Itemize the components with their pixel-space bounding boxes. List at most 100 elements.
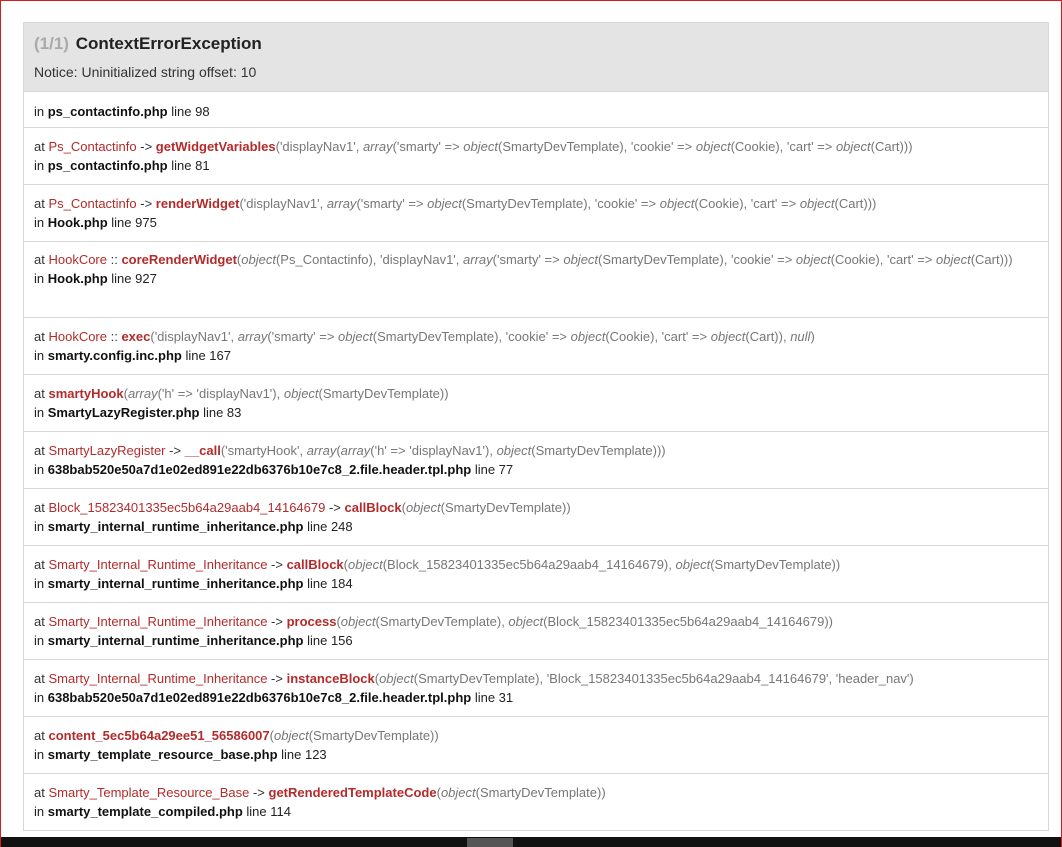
trace-in-label: in <box>34 462 48 477</box>
trace-file: Hook.php <box>47 271 108 286</box>
trace-class: Smarty_Template_Resource_Base <box>48 785 250 800</box>
trace-line: line 81 <box>167 158 210 173</box>
trace-location: in Hook.php line 975 <box>34 213 1038 232</box>
trace-function: callBlock <box>344 500 402 515</box>
trace-args: (object(SmartyDevTemplate), object(Block… <box>336 614 833 629</box>
trace-call: at smartyHook(array('h' => 'displayNav1'… <box>34 384 1038 403</box>
trace-function: instanceBlock <box>286 671 375 686</box>
trace-in-label: in <box>34 104 48 119</box>
trace-location: in ps_contactinfo.php line 98 <box>34 102 1038 121</box>
exception-count: (1/1) <box>34 34 69 53</box>
trace-call: at Smarty_Internal_Runtime_Inheritance -… <box>34 669 1038 688</box>
trace-class: HookCore <box>48 329 107 344</box>
trace-line: line 123 <box>277 747 327 762</box>
trace-at-label: at <box>34 329 49 344</box>
trace-operator: -> <box>267 557 287 572</box>
trace-class: HookCore <box>48 252 107 267</box>
trace-function: callBlock <box>286 557 344 572</box>
trace-call: at Smarty_Template_Resource_Base -> getR… <box>34 783 1038 802</box>
trace-class: Smarty_Internal_Runtime_Inheritance <box>48 614 268 629</box>
trace-file: SmartyLazyRegister.php <box>47 405 200 420</box>
scrollbar-thumb[interactable] <box>467 838 513 847</box>
trace-args: (object(SmartyDevTemplate)) <box>269 728 439 743</box>
trace-line: line 975 <box>107 215 157 230</box>
trace-in-label: in <box>34 633 48 648</box>
trace-operator: -> <box>249 785 269 800</box>
trace-entry: at Smarty_Internal_Runtime_Inheritance -… <box>24 602 1048 659</box>
trace-class: SmartyLazyRegister <box>48 443 166 458</box>
trace-operator: -> <box>136 139 156 154</box>
trace-in-label: in <box>34 215 48 230</box>
trace-function: exec <box>121 329 151 344</box>
trace-at-label: at <box>34 252 49 267</box>
trace-line: line 77 <box>471 462 514 477</box>
trace-in-label: in <box>34 576 48 591</box>
trace-in-label: in <box>34 158 48 173</box>
trace-in-label: in <box>34 271 48 286</box>
horizontal-scrollbar[interactable] <box>1 837 1061 847</box>
trace-line: line 31 <box>471 690 514 705</box>
trace-call: at HookCore :: exec('displayNav1', array… <box>34 327 1038 346</box>
trace-entry: at content_5ec5b64a29ee51_56586007(objec… <box>24 716 1048 773</box>
trace-file: smarty_internal_runtime_inheritance.php <box>47 576 304 591</box>
exception-message: Notice: Uninitialized string offset: 10 <box>34 64 257 80</box>
trace-line: line 98 <box>167 104 210 119</box>
trace-file: ps_contactinfo.php <box>47 104 168 119</box>
trace-args: ('displayNav1', array('smarty' => object… <box>275 139 913 154</box>
trace-line: line 156 <box>303 633 353 648</box>
trace-at-label: at <box>34 785 49 800</box>
trace-line: line 83 <box>199 405 242 420</box>
trace-operator: :: <box>107 252 122 267</box>
trace-at-label: at <box>34 443 49 458</box>
trace-location: in smarty_template_resource_base.php lin… <box>34 745 1038 764</box>
trace-args: (object(SmartyDevTemplate), 'Block_15823… <box>374 671 914 686</box>
trace-location: in 638bab520e50a7d1e02ed891e22db6376b10e… <box>34 688 1038 707</box>
trace-entry: at Block_15823401335ec5b64a29aab4_141646… <box>24 488 1048 545</box>
trace-in-label: in <box>34 747 48 762</box>
trace-entry: at smartyHook(array('h' => 'displayNav1'… <box>24 374 1048 431</box>
trace-function: smartyHook <box>48 386 124 401</box>
trace-function: process <box>286 614 337 629</box>
trace-class: Ps_Contactinfo <box>48 196 137 211</box>
trace-at-label: at <box>34 500 49 515</box>
trace-file: smarty_internal_runtime_inheritance.php <box>47 519 304 534</box>
trace-in-label: in <box>34 405 48 420</box>
trace-line: line 927 <box>107 271 157 286</box>
trace-operator: -> <box>267 614 287 629</box>
trace-operator: -> <box>165 443 185 458</box>
trace-args: (object(SmartyDevTemplate)) <box>401 500 571 515</box>
trace-at-label: at <box>34 139 49 154</box>
trace-file: ps_contactinfo.php <box>47 158 168 173</box>
exception-panel: (1/1) ContextErrorException Notice: Unin… <box>23 22 1049 831</box>
exception-title: (1/1) ContextErrorException <box>34 34 1038 54</box>
trace-entry: at HookCore :: coreRenderWidget(object(P… <box>24 241 1048 317</box>
trace-location: in ps_contactinfo.php line 81 <box>34 156 1038 175</box>
trace-call: at Smarty_Internal_Runtime_Inheritance -… <box>34 555 1038 574</box>
trace-entry: at SmartyLazyRegister -> __call('smartyH… <box>24 431 1048 488</box>
trace-function: renderWidget <box>155 196 240 211</box>
trace-entry: at Smarty_Internal_Runtime_Inheritance -… <box>24 545 1048 602</box>
trace-call: at Ps_Contactinfo -> renderWidget('displ… <box>34 194 1038 213</box>
trace-function: content_5ec5b64a29ee51_56586007 <box>48 728 270 743</box>
trace-in-label: in <box>34 519 48 534</box>
trace-call: at Smarty_Internal_Runtime_Inheritance -… <box>34 612 1038 631</box>
trace-location: in Hook.php line 927 <box>34 269 1038 288</box>
trace-entry: at Smarty_Template_Resource_Base -> getR… <box>24 773 1048 830</box>
trace-line: line 167 <box>181 348 231 363</box>
trace-class: Smarty_Internal_Runtime_Inheritance <box>48 557 268 572</box>
trace-call: at content_5ec5b64a29ee51_56586007(objec… <box>34 726 1038 745</box>
trace-file: smarty_internal_runtime_inheritance.php <box>47 633 304 648</box>
trace-line: line 114 <box>242 804 291 819</box>
trace-args: (object(Ps_Contactinfo), 'displayNav1', … <box>236 252 1013 267</box>
trace-file: smarty_template_resource_base.php <box>47 747 278 762</box>
trace-operator: -> <box>136 196 156 211</box>
trace-at-label: at <box>34 671 49 686</box>
trace-line: line 184 <box>303 576 353 591</box>
trace-operator: -> <box>325 500 345 515</box>
stack-trace: in ps_contactinfo.php line 98 at Ps_Conta… <box>24 91 1048 830</box>
trace-call: at Ps_Contactinfo -> getWidgetVariables(… <box>34 137 1038 156</box>
trace-function: getWidgetVariables <box>155 139 276 154</box>
trace-entry: at Smarty_Internal_Runtime_Inheritance -… <box>24 659 1048 716</box>
trace-in-label: in <box>34 690 48 705</box>
trace-function: getRenderedTemplateCode <box>268 785 437 800</box>
